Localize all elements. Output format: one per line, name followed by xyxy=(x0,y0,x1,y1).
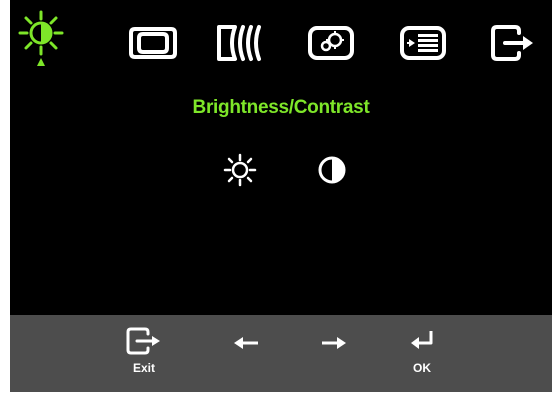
footer-controls: Exit OK xyxy=(10,315,552,392)
exit-icon xyxy=(126,327,160,355)
exit-button[interactable]: Exit xyxy=(114,327,174,387)
exit-tab-icon xyxy=(491,25,533,61)
contrast-option[interactable] xyxy=(312,150,352,190)
tab-image-setup[interactable] xyxy=(214,18,264,68)
menu-tab-bar xyxy=(10,0,552,90)
options-menu-icon xyxy=(400,26,446,60)
tab-options[interactable] xyxy=(398,18,448,68)
tab-brightness-contrast[interactable] xyxy=(16,10,66,68)
brightness-option[interactable] xyxy=(220,150,260,190)
ok-label: OK xyxy=(413,361,431,375)
section-title: Brightness/Contrast xyxy=(192,97,370,118)
brightness-icon xyxy=(223,153,257,187)
exit-label: Exit xyxy=(132,361,155,375)
osd-menu: Brightness/Contrast Exit OK xyxy=(10,0,552,392)
right-button[interactable] xyxy=(304,333,364,393)
tab-exit[interactable] xyxy=(488,18,538,68)
tab-image-position[interactable] xyxy=(128,18,178,68)
enter-icon xyxy=(411,331,433,349)
image-position-icon xyxy=(129,27,177,59)
brightness-sun-icon xyxy=(18,10,64,66)
contrast-icon xyxy=(318,156,346,184)
arrow-right-icon xyxy=(322,337,346,349)
image-properties-icon xyxy=(308,26,354,60)
tab-image-properties[interactable] xyxy=(306,18,356,68)
left-button[interactable] xyxy=(216,333,276,393)
image-setup-icon xyxy=(217,25,261,61)
arrow-left-icon xyxy=(234,337,258,349)
ok-button[interactable]: OK xyxy=(392,327,452,387)
